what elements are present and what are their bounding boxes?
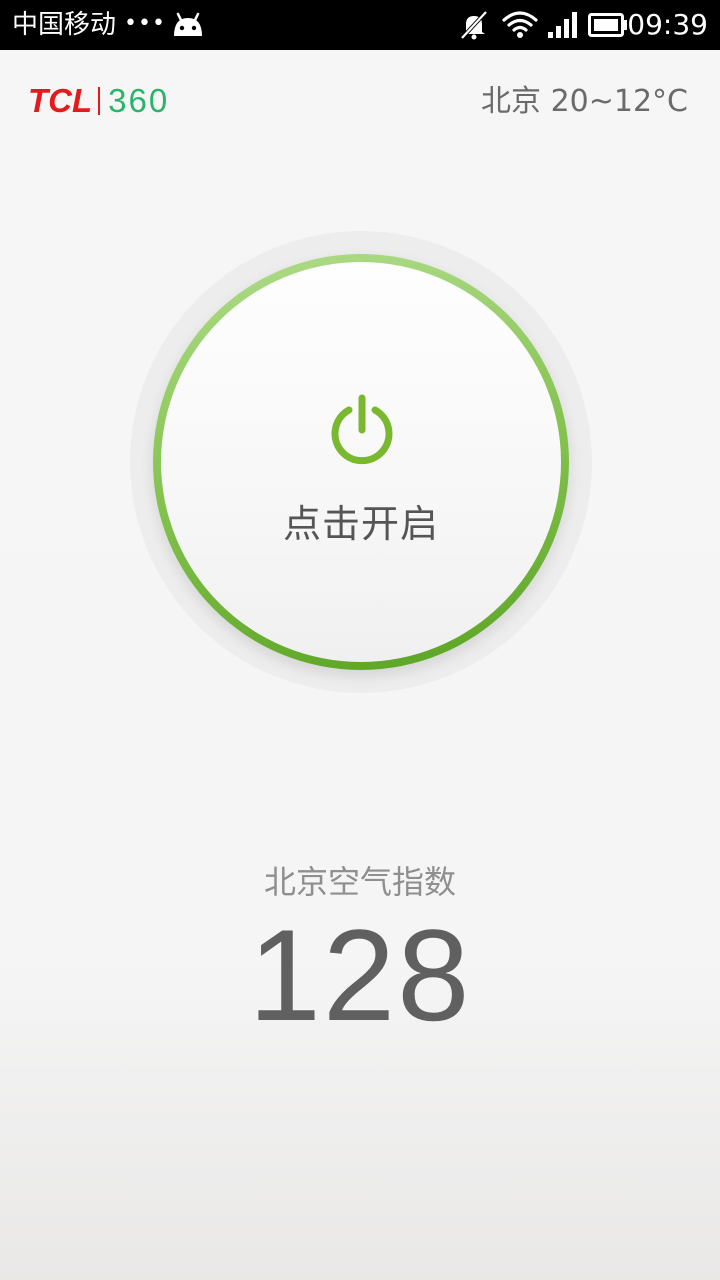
android-icon bbox=[174, 12, 202, 36]
weather-summary: 北京 20~12°C bbox=[481, 84, 688, 119]
air-quality-title: 北京空气指数 bbox=[263, 863, 456, 901]
carrier-name: 中国移动 bbox=[12, 10, 117, 40]
signal-icon bbox=[548, 12, 577, 38]
power-button-label: 点击开启 bbox=[282, 502, 439, 546]
more-notifications-indicator: ••• bbox=[124, 11, 166, 36]
clock: 09:39 bbox=[627, 8, 708, 41]
logo-tcl-text: TCL bbox=[28, 82, 93, 119]
power-icon bbox=[331, 394, 393, 465]
logo-360-text: 360 bbox=[108, 82, 170, 119]
battery-icon bbox=[588, 13, 627, 37]
air-quality-value: 128 bbox=[248, 902, 472, 1048]
logo-divider bbox=[98, 87, 101, 115]
wifi-icon bbox=[502, 11, 538, 38]
status-bar: 中国移动 ••• 09:39 bbox=[0, 0, 720, 50]
notification-mute-icon bbox=[460, 10, 488, 40]
tcl-360-logo: TCL 360 bbox=[28, 84, 169, 118]
